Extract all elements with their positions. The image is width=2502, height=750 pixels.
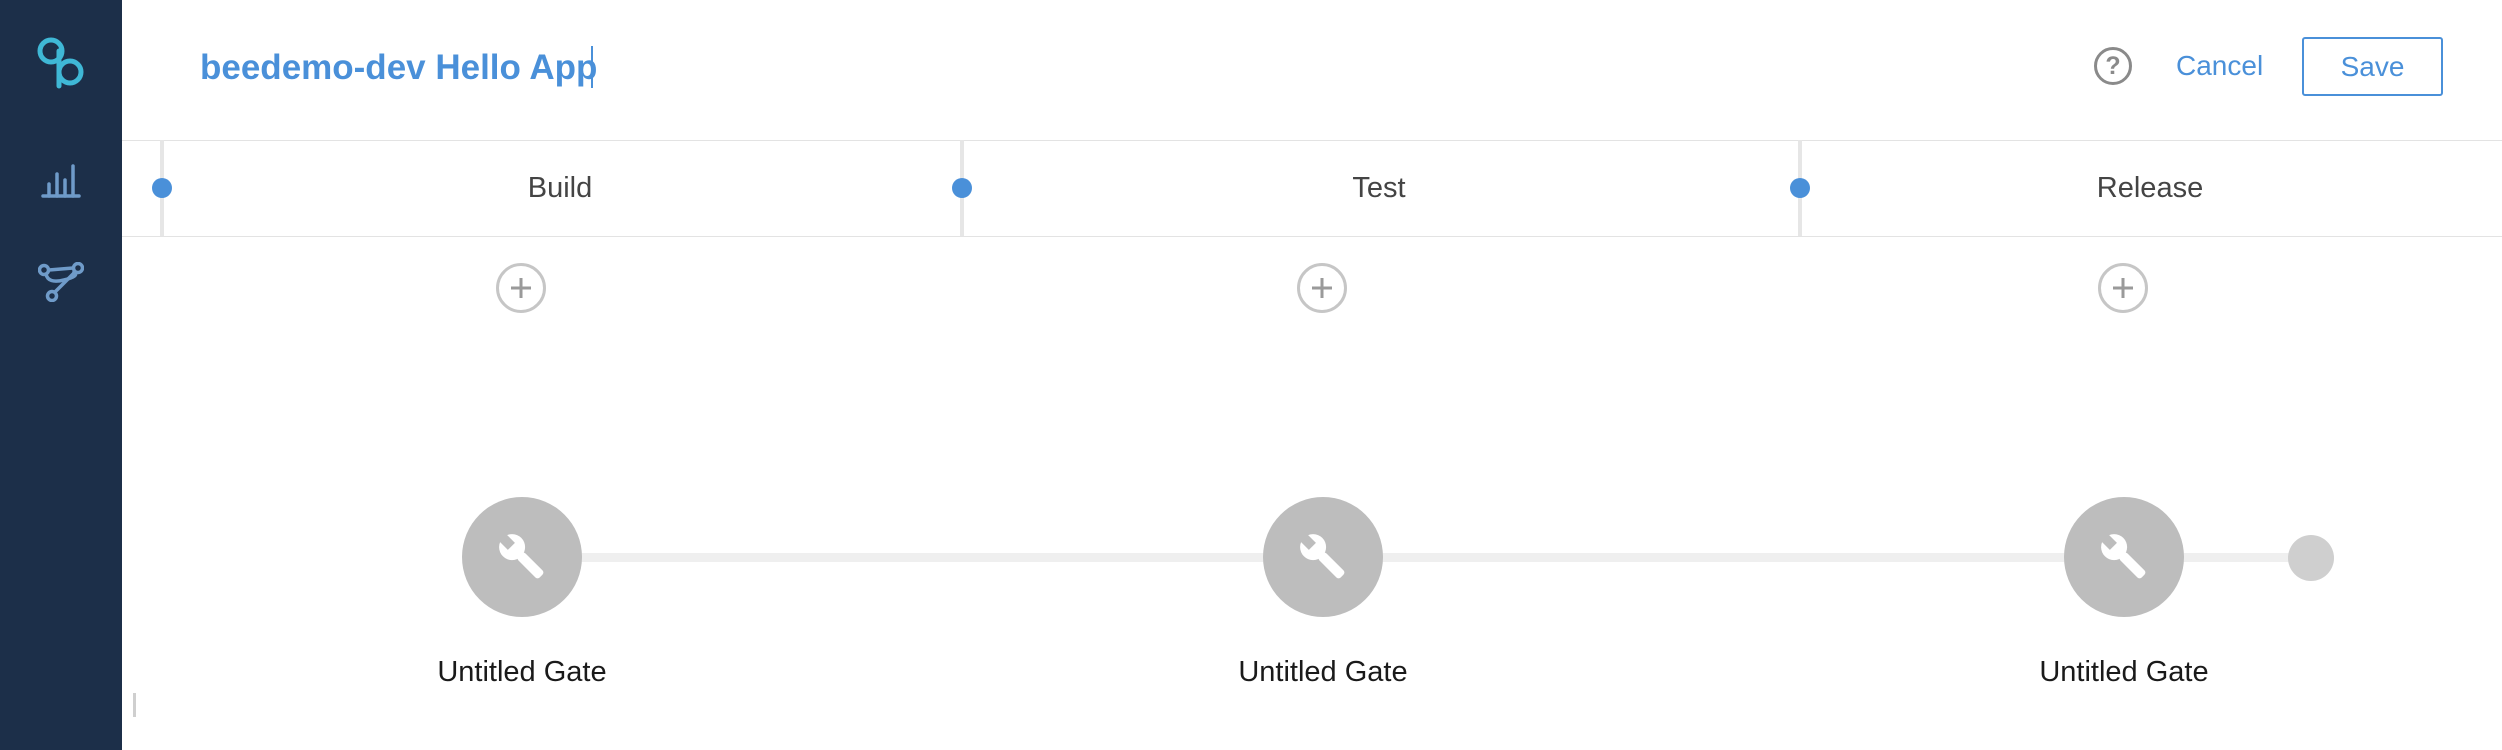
plus-icon xyxy=(1312,278,1332,298)
resize-handle[interactable] xyxy=(133,693,136,717)
gate-node[interactable] xyxy=(2064,497,2184,617)
pipeline-title-input[interactable] xyxy=(200,38,1000,98)
add-stage-button[interactable] xyxy=(496,263,546,313)
sidebar xyxy=(0,0,122,750)
track-end-handle[interactable] xyxy=(2288,535,2334,581)
wrench-icon xyxy=(1298,532,1345,579)
main-content: ? Cancel Save Build Test Release xyxy=(122,0,2502,750)
phase-release: Release xyxy=(1790,140,2502,236)
phase-build: Build xyxy=(152,140,960,236)
text-caret xyxy=(591,46,593,88)
pipeline-nav-icon[interactable] xyxy=(0,262,122,302)
help-button[interactable]: ? xyxy=(2094,47,2132,85)
gate-label: Untitled Gate xyxy=(2039,656,2209,688)
add-stage-button[interactable] xyxy=(2098,263,2148,313)
gate-label: Untitled Gate xyxy=(437,656,607,688)
gate-node[interactable] xyxy=(462,497,582,617)
help-icon: ? xyxy=(2105,51,2121,80)
phase-label: Release xyxy=(2096,172,2204,204)
add-stage-button[interactable] xyxy=(1297,263,1347,313)
phase-label: Test xyxy=(1352,172,1406,204)
gate-label: Untitled Gate xyxy=(1238,656,1408,688)
header: ? Cancel Save xyxy=(122,0,2502,141)
wrench-icon xyxy=(497,532,544,579)
phase-bar: Build Test Release xyxy=(122,140,2502,237)
plus-icon xyxy=(511,278,531,298)
cancel-button[interactable]: Cancel xyxy=(2176,44,2263,88)
logo-icon xyxy=(0,34,122,92)
pipeline-track xyxy=(522,553,2322,562)
plus-icon xyxy=(2113,278,2133,298)
save-button[interactable]: Save xyxy=(2302,37,2443,96)
phase-test: Test xyxy=(952,140,1798,236)
wrench-icon xyxy=(2099,532,2146,579)
gate-node[interactable] xyxy=(1263,497,1383,617)
phase-label: Build xyxy=(527,172,593,204)
analytics-nav-icon[interactable] xyxy=(0,160,122,200)
